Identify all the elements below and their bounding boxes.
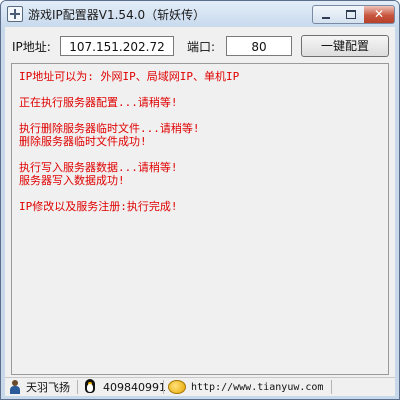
app-icon[interactable]	[7, 6, 23, 22]
one-click-config-button[interactable]: 一键配置	[301, 35, 389, 57]
maximize-button[interactable]	[338, 5, 365, 24]
log-spacer	[19, 109, 388, 122]
maximize-icon	[346, 10, 356, 19]
minimize-button[interactable]	[312, 5, 340, 24]
log-spacer	[19, 83, 388, 96]
log-line: 执行写入服务器数据...请稍等!	[19, 161, 178, 174]
title-bar[interactable]: 游戏IP配置器V1.54.0（斩妖传） ✕	[1, 1, 399, 27]
log-line: 执行删除服务器临时文件...请稍等!	[19, 122, 200, 135]
qq-number: 409840991	[103, 380, 166, 394]
user-icon	[9, 380, 21, 394]
log-spacer	[19, 187, 388, 200]
status-qq[interactable]: 409840991	[82, 378, 166, 396]
log-line: 删除服务器临时文件成功!	[19, 135, 147, 148]
ip-address-input[interactable]: 107.151.202.72	[60, 36, 174, 56]
status-author[interactable]: 天羽飞扬	[9, 378, 70, 396]
author-name: 天羽飞扬	[26, 381, 70, 394]
port-label: 端口:	[187, 40, 216, 54]
log-spacer	[19, 148, 388, 161]
log-line: 正在执行服务器配置...请稍等!	[19, 96, 178, 109]
window-title: 游戏IP配置器V1.54.0（斩妖传）	[28, 8, 206, 22]
close-icon: ✕	[373, 7, 385, 21]
chat-bubble-icon	[168, 380, 186, 394]
main-panel: IP地址: 107.151.202.72 端口: 80 一键配置 IP地址可以为…	[5, 27, 395, 396]
status-bar: 天羽飞扬 409840991 http://www.tianyuw.com	[5, 377, 395, 396]
qq-penguin-icon	[82, 379, 98, 395]
log-output[interactable]: IP地址可以为: 外网IP、局域网IP、单机IP 正在执行服务器配置...请稍等…	[11, 63, 389, 375]
status-separator	[77, 380, 78, 394]
close-button[interactable]: ✕	[364, 5, 395, 24]
status-separator	[331, 380, 332, 394]
port-input[interactable]: 80	[226, 36, 292, 56]
status-website[interactable]: http://www.tianyuw.com	[168, 378, 323, 396]
website-url[interactable]: http://www.tianyuw.com	[191, 382, 323, 393]
minimize-icon	[322, 17, 330, 19]
log-line: 服务器写入数据成功!	[19, 174, 125, 187]
log-line: IP地址可以为: 外网IP、局域网IP、单机IP	[19, 70, 240, 83]
status-separator	[163, 380, 164, 394]
ip-label: IP地址:	[12, 40, 51, 54]
log-line: IP修改以及服务注册:执行完成!	[19, 200, 178, 213]
app-window: 游戏IP配置器V1.54.0（斩妖传） ✕ IP地址: 107.151.202.…	[0, 0, 400, 400]
